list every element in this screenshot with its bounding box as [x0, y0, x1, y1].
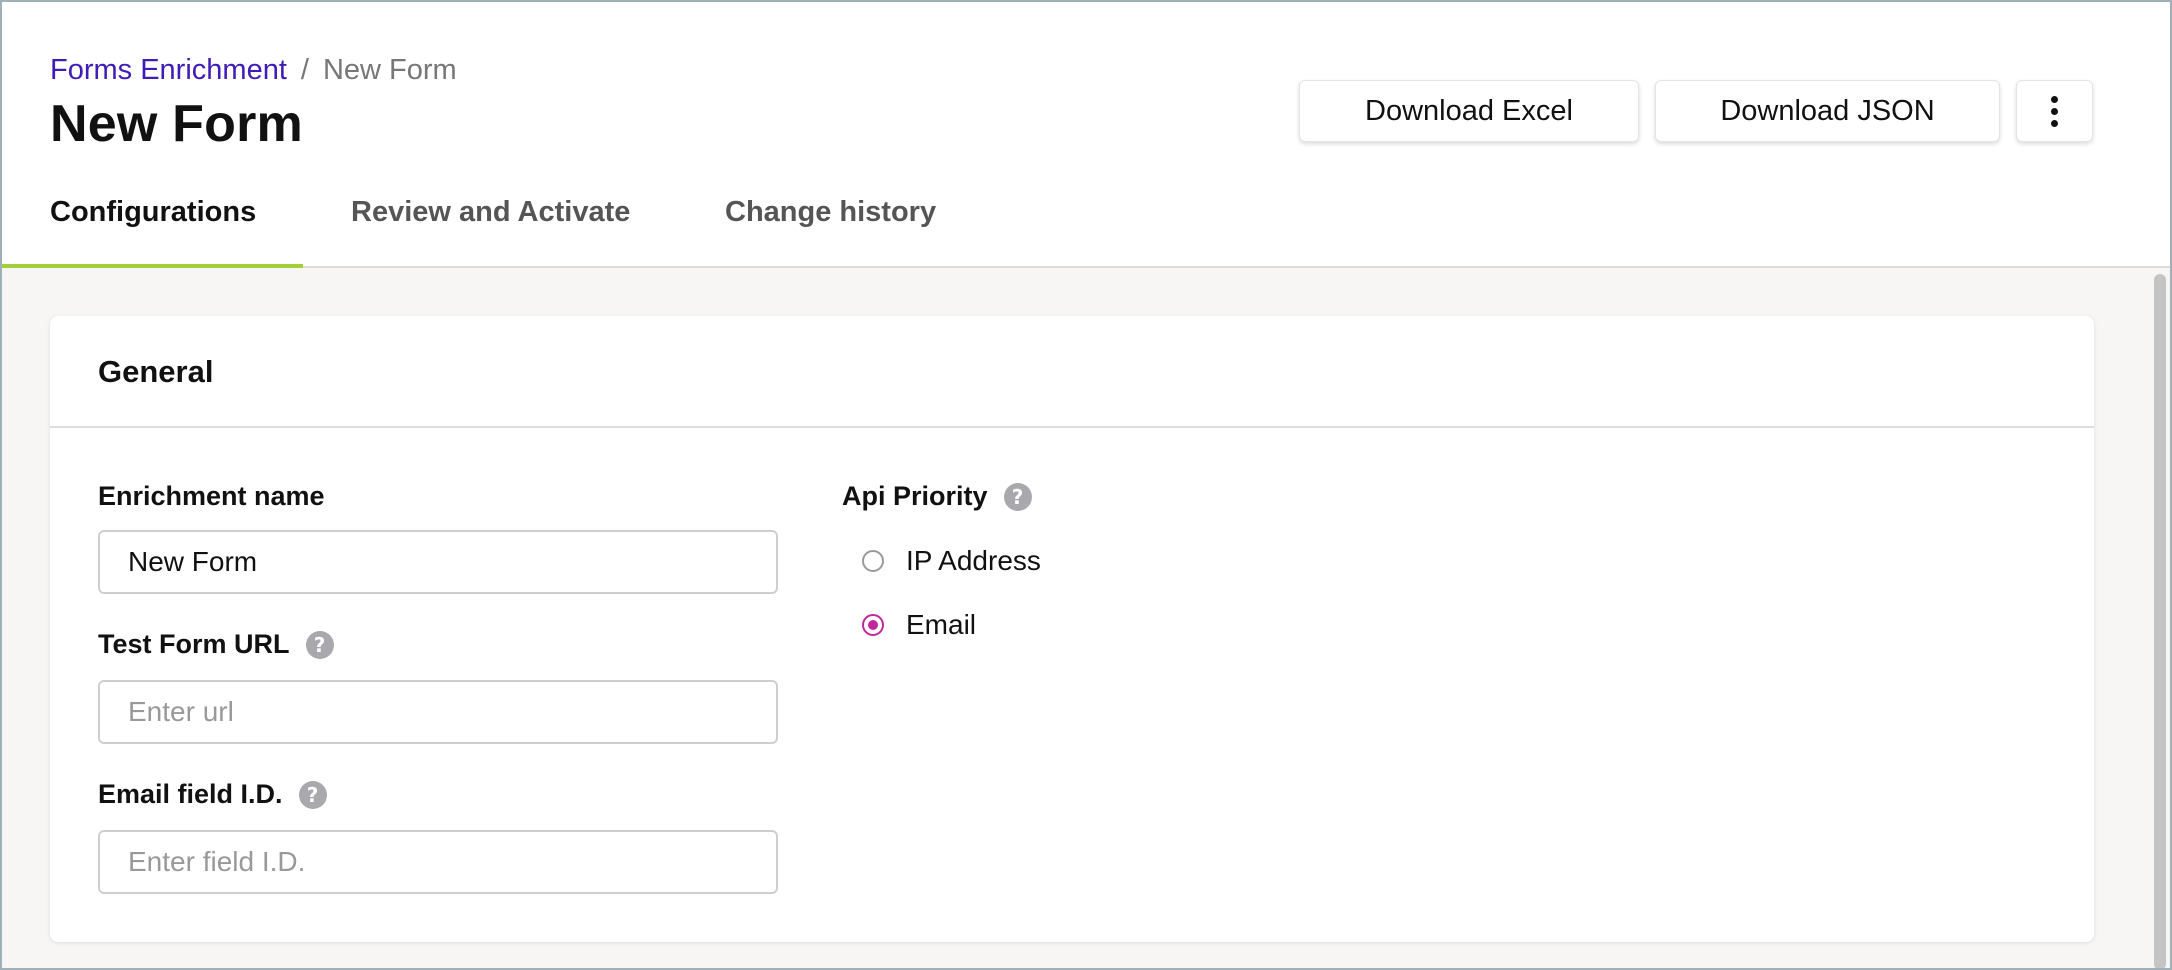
radio-ip-address-label: IP Address	[906, 545, 1041, 576]
tab-review-and-activate[interactable]: Review and Activate	[351, 170, 630, 268]
test-form-url-label-text: Test Form URL	[98, 629, 290, 659]
breadcrumb: Forms Enrichment / New Form	[50, 54, 457, 87]
download-excel-button[interactable]: Download Excel	[1299, 80, 1639, 142]
general-section-title: General	[98, 354, 214, 389]
radio-email-label: Email	[906, 609, 977, 640]
enrichment-name-label-text: Enrichment name	[98, 481, 325, 511]
general-card-header: General	[50, 316, 2094, 428]
more-options-button[interactable]	[2016, 80, 2093, 142]
api-priority-help-icon[interactable]: ?	[1003, 482, 1032, 511]
scrollbar[interactable]	[2154, 274, 2166, 970]
email-field-id-label-text: Email field I.D.	[98, 779, 283, 809]
email-field-id-label: Email field I.D. ?	[98, 779, 327, 810]
breadcrumb-separator: /	[300, 54, 309, 86]
vertical-ellipsis-icon	[2051, 95, 2058, 127]
page-header: Forms Enrichment / New Form New Form Downl…	[0, 0, 2172, 268]
tab-configurations[interactable]: Configurations	[0, 170, 303, 268]
breadcrumb-link-forms-enrichment[interactable]: Forms Enrichment	[50, 54, 287, 86]
email-field-id-help-icon[interactable]: ?	[298, 780, 327, 809]
general-card: General Enrichment name Test Form URL ? …	[50, 316, 2094, 942]
email-field-id-input[interactable]	[98, 830, 778, 894]
enrichment-name-label: Enrichment name	[98, 481, 325, 512]
api-priority-label: Api Priority ?	[842, 481, 1032, 512]
radio-ip-address[interactable]	[862, 550, 884, 572]
api-priority-option-ip-address[interactable]: IP Address	[862, 545, 1041, 577]
download-json-button[interactable]: Download JSON	[1655, 80, 2000, 142]
breadcrumb-current: New Form	[322, 54, 457, 86]
test-form-url-input[interactable]	[98, 680, 778, 744]
page-title: New Form	[50, 95, 303, 153]
api-priority-label-text: Api Priority	[842, 481, 988, 511]
tab-change-history[interactable]: Change history	[725, 170, 936, 268]
radio-email[interactable]	[862, 614, 884, 636]
enrichment-name-input[interactable]	[98, 530, 778, 594]
test-form-url-label: Test Form URL ?	[98, 629, 334, 660]
test-form-url-help-icon[interactable]: ?	[305, 630, 334, 659]
api-priority-option-email[interactable]: Email	[862, 609, 976, 641]
